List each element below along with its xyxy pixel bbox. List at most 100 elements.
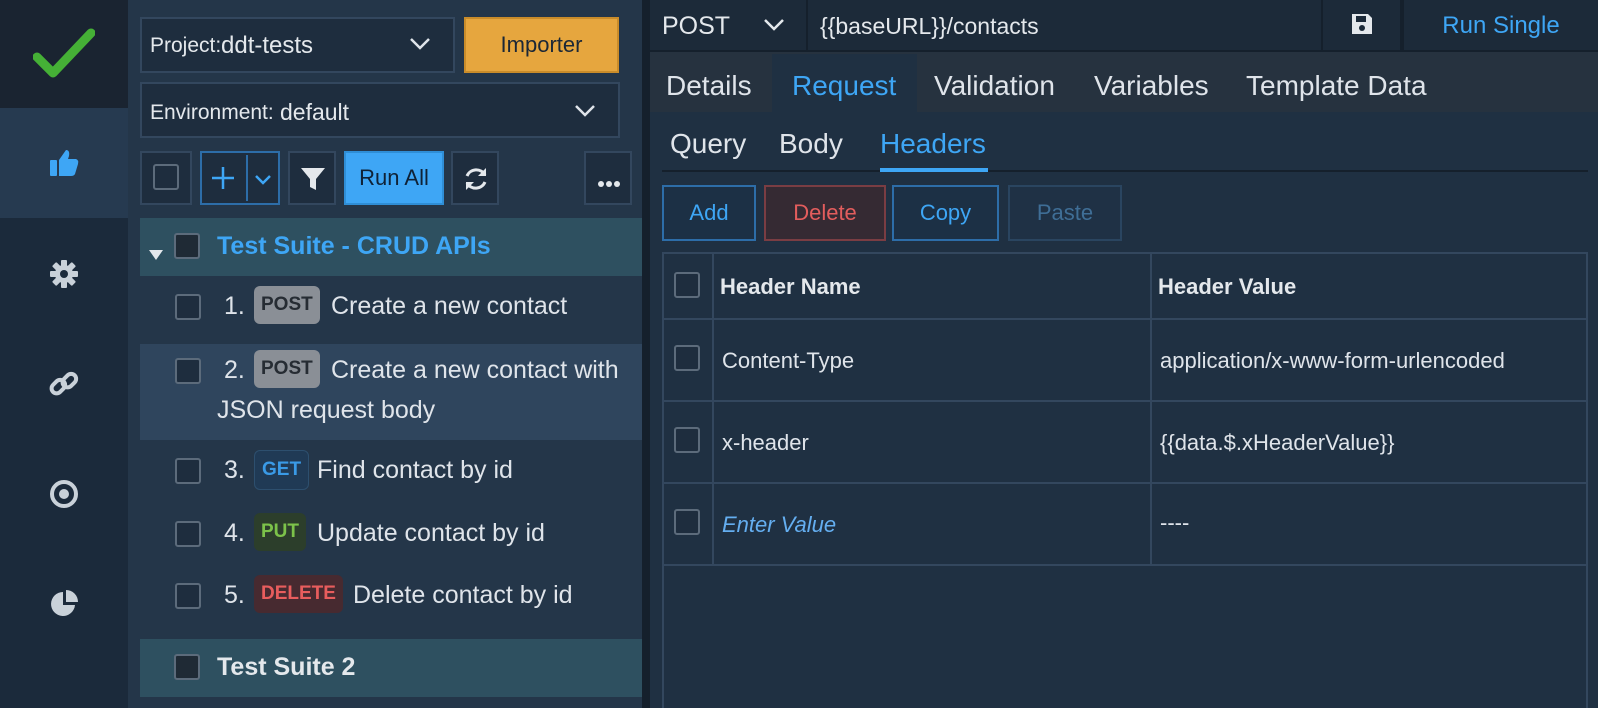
test-name: Find contact by id (317, 456, 513, 484)
row-divider (662, 564, 1588, 566)
test-name: Create a new contact with (331, 356, 619, 384)
test-name: Delete contact by id (353, 581, 573, 609)
nav-rail (0, 0, 128, 708)
row-checkbox[interactable] (674, 509, 700, 535)
method-badge: POST (254, 286, 320, 324)
header-value-cell[interactable]: {{data.$.xHeaderValue}} (1160, 430, 1394, 456)
method-value: POST (662, 12, 731, 40)
paste-header-button[interactable]: Paste (1008, 185, 1122, 241)
thumbs-up-icon[interactable] (0, 108, 128, 218)
suite-checkbox[interactable] (174, 654, 200, 680)
test-number: 5. (224, 581, 245, 609)
method-badge: PUT (254, 513, 306, 551)
run-all-button[interactable]: Run All (344, 151, 444, 205)
new-header-name-input[interactable]: Enter Value (722, 512, 836, 538)
run-single-button[interactable]: Run Single (1404, 0, 1598, 52)
save-button[interactable] (1323, 0, 1400, 52)
row-checkbox[interactable] (674, 345, 700, 371)
more-options-button[interactable] (584, 151, 632, 205)
method-badge: POST (254, 350, 320, 388)
tab-template-data[interactable]: Template Data (1246, 70, 1427, 102)
add-header-button[interactable]: Add (662, 185, 756, 241)
refresh-icon (462, 165, 490, 198)
add-test-button[interactable] (200, 151, 280, 205)
environment-select[interactable]: Environment: default (140, 82, 620, 138)
url-input[interactable]: {{baseURL}}/contacts (808, 0, 1321, 52)
tab-details[interactable]: Details (666, 70, 752, 102)
suite-row[interactable]: Test Suite 2 (140, 639, 645, 697)
header-select-all-checkbox[interactable] (674, 272, 700, 298)
test-checkbox[interactable] (175, 294, 201, 320)
chevron-down-icon (409, 37, 431, 56)
test-number: 2. (224, 356, 245, 384)
test-row[interactable]: 1. POST Create a new contact (140, 280, 645, 338)
project-label: Project: (150, 34, 222, 57)
tab-request[interactable]: Request (792, 70, 896, 102)
header-name-cell[interactable]: x-header (722, 430, 809, 456)
subtab-underline-track (662, 170, 1588, 172)
gear-icon[interactable] (0, 219, 128, 329)
tab-variables[interactable]: Variables (1094, 70, 1209, 102)
link-icon[interactable] (0, 329, 128, 439)
subtab-headers[interactable]: Headers (880, 128, 986, 160)
caret-down-icon[interactable] (148, 239, 164, 268)
test-row[interactable]: 4. PUT Update contact by id (140, 507, 645, 565)
split-divider (246, 155, 248, 201)
test-number: 1. (224, 292, 245, 320)
test-checkbox[interactable] (175, 458, 201, 484)
method-badge: GET (254, 450, 310, 490)
column-divider (1150, 252, 1152, 566)
method-select[interactable]: POST (650, 0, 806, 52)
suite-name: Test Suite 2 (217, 653, 356, 681)
url-value: {{baseURL}}/contacts (820, 13, 1039, 39)
method-badge: DELETE (254, 575, 343, 613)
plus-icon (209, 164, 237, 197)
test-checkbox[interactable] (175, 521, 201, 547)
chevron-down-icon (574, 104, 596, 123)
environment-label: Environment: (150, 101, 274, 124)
importer-button[interactable]: Importer (464, 17, 619, 73)
chevron-down-icon[interactable] (254, 173, 272, 191)
test-number: 4. (224, 519, 245, 547)
delete-header-button[interactable]: Delete (764, 185, 886, 241)
row-checkbox[interactable] (674, 427, 700, 453)
test-name: Update contact by id (317, 519, 545, 547)
check-logo-icon (0, 0, 128, 108)
select-all-checkbox[interactable] (153, 164, 179, 190)
environment-value: default (280, 99, 350, 125)
column-divider (712, 252, 714, 566)
tab-validation[interactable]: Validation (934, 70, 1055, 102)
more-horizontal-icon (597, 175, 621, 193)
row-divider (662, 482, 1588, 484)
suite-row[interactable]: Test Suite - CRUD APIs (140, 218, 645, 276)
suite-checkbox[interactable] (174, 233, 200, 259)
project-value: ddt-tests (221, 32, 314, 59)
panel-splitter[interactable] (642, 0, 650, 708)
copy-header-button[interactable]: Copy (892, 185, 999, 241)
header-name-cell[interactable]: Content-Type (722, 348, 854, 374)
select-all-toggle[interactable] (140, 151, 192, 205)
test-row[interactable]: 5. DELETE Delete contact by id (140, 569, 645, 627)
save-icon (1350, 12, 1374, 41)
pie-chart-icon[interactable] (0, 549, 128, 659)
column-header-value: Header Value (1158, 274, 1297, 299)
filter-button[interactable] (288, 151, 336, 205)
subtab-body[interactable]: Body (779, 128, 843, 160)
refresh-button[interactable] (451, 151, 499, 205)
row-divider (662, 400, 1588, 402)
test-row-selected[interactable]: 2. POST Create a new contact with JSON r… (140, 344, 645, 440)
test-number: 3. (224, 456, 245, 484)
test-row[interactable]: 3. GET Find contact by id (140, 444, 645, 502)
test-name-continued: JSON request body (217, 396, 436, 424)
test-checkbox[interactable] (175, 583, 201, 609)
new-header-value-cell[interactable]: ---- (1160, 510, 1189, 536)
header-value-cell[interactable]: application/x-www-form-urlencoded (1160, 348, 1505, 374)
row-divider (662, 318, 1588, 320)
test-checkbox[interactable] (175, 358, 201, 384)
project-select[interactable]: Project: ddt-tests (140, 17, 455, 73)
target-icon[interactable] (0, 439, 128, 549)
filter-icon (299, 165, 327, 198)
subtab-query[interactable]: Query (670, 128, 746, 160)
column-header-name: Header Name (720, 274, 861, 299)
suite-name: Test Suite - CRUD APIs (217, 232, 491, 260)
